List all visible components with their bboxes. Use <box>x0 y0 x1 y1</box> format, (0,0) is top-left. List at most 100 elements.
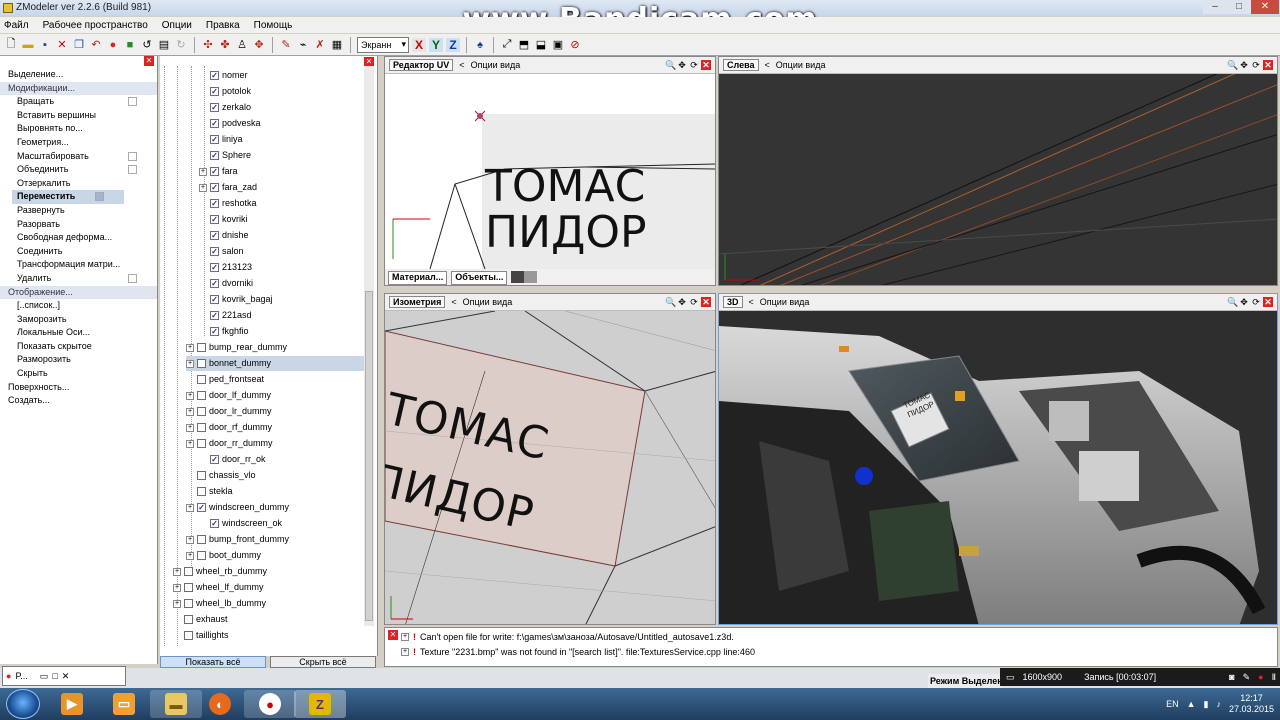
visibility-checkbox[interactable]: ✓ <box>210 231 219 240</box>
start-button[interactable] <box>6 689 40 719</box>
tree-scrollbar[interactable] <box>364 66 374 626</box>
view-options-link[interactable]: Опции вида <box>463 297 513 307</box>
network-icon[interactable]: ▮ <box>1204 699 1209 710</box>
pivot-icon[interactable]: ♠ <box>473 38 487 52</box>
arrow-icon[interactable]: ⤢ <box>500 38 514 52</box>
zoom-icon[interactable]: 🔍 <box>1227 60 1238 70</box>
tray-expand-icon[interactable]: ▲ <box>1187 699 1196 709</box>
visibility-checkbox[interactable] <box>197 423 206 432</box>
close-icon[interactable]: ✕ <box>1263 60 1273 70</box>
visibility-checkbox[interactable]: ✓ <box>210 183 219 192</box>
camera-icon[interactable]: ◙ <box>1229 672 1234 682</box>
tree-row[interactable]: + bump_front_dummy <box>186 532 289 547</box>
viewport-label[interactable]: 3D <box>723 296 743 308</box>
visibility-checkbox[interactable] <box>197 359 206 368</box>
visibility-checkbox[interactable] <box>184 599 193 608</box>
perspective-viewport[interactable]: 3D < Опции вида 🔍 ✥ ⟳ ✕ ТОМАС ПИДОР <box>718 293 1278 625</box>
visibility-checkbox[interactable]: ✓ <box>210 295 219 304</box>
expand-icon[interactable]: + <box>186 439 194 448</box>
language-indicator[interactable]: EN <box>1166 699 1179 709</box>
record-icon[interactable]: ● <box>106 38 120 52</box>
undo-icon[interactable]: ↺ <box>140 38 154 52</box>
expand-icon[interactable]: + <box>173 567 181 576</box>
tree-row[interactable]: + ✓ fara <box>199 164 238 179</box>
pause-icon[interactable]: Ⅱ <box>1272 672 1280 683</box>
expand-icon[interactable]: + <box>173 599 181 608</box>
visibility-checkbox[interactable]: ✓ <box>210 103 219 112</box>
color-swatch[interactable] <box>511 271 538 283</box>
tree-row[interactable]: + door_rf_dummy <box>186 420 272 435</box>
command-item[interactable]: Геометрия... <box>0 136 157 150</box>
clock[interactable]: 12:17 27.03.2015 <box>1229 693 1274 715</box>
tree-row[interactable]: + bonnet_dummy <box>186 356 367 371</box>
car-render[interactable] <box>719 311 1278 625</box>
axis-y-toggle[interactable]: Y <box>429 37 443 52</box>
visibility-checkbox[interactable]: ✓ <box>210 455 219 464</box>
rotate-icon[interactable]: ⟳ <box>689 297 699 307</box>
tree-row[interactable]: ✓ kovriki <box>199 212 248 227</box>
visibility-checkbox[interactable]: ✓ <box>197 503 206 512</box>
undo-dropdown-icon[interactable]: ↶ <box>89 38 103 52</box>
command-item[interactable]: Трансформация матри... <box>0 258 157 272</box>
command-item[interactable]: Свободная деформа... <box>0 231 157 245</box>
tree-row[interactable]: ✓ nomer <box>199 68 248 83</box>
menu-workspace[interactable]: Рабочее пространство <box>43 20 148 31</box>
command-toggle[interactable] <box>128 151 137 161</box>
cube-frame-icon[interactable]: ▣ <box>551 38 565 52</box>
save-icon[interactable]: ▪ <box>38 38 52 52</box>
command-item[interactable]: Показать скрытое <box>0 340 157 354</box>
expand-icon[interactable]: + <box>186 535 194 544</box>
close-icon[interactable]: ✕ <box>701 60 711 70</box>
tree-row[interactable]: taillights <box>173 628 229 643</box>
visibility-checkbox[interactable] <box>197 439 206 448</box>
visibility-checkbox[interactable]: ✓ <box>210 71 219 80</box>
cube-select-icon[interactable]: ⬓ <box>534 38 548 52</box>
visibility-checkbox[interactable] <box>197 487 206 496</box>
minimized-panel[interactable]: ● P... ▭ □ ✕ <box>2 666 126 686</box>
pan-icon[interactable]: ✥ <box>677 60 687 70</box>
pencil-icon[interactable]: ✎ <box>1243 672 1251 683</box>
command-toggle[interactable] <box>128 273 137 283</box>
expand-icon[interactable]: + <box>199 167 207 176</box>
menu-file[interactable]: Файл <box>4 20 29 31</box>
command-item[interactable]: Масштабировать <box>0 150 157 164</box>
command-item[interactable]: Заморозить <box>0 313 157 327</box>
snap-icon[interactable]: ⌁ <box>296 38 310 52</box>
uv-editor-viewport[interactable]: Редактор UV < Опции вида 🔍 ✥ ⟳ ✕ ТОМАС ПИДО… <box>384 56 716 286</box>
cube-icon[interactable]: ⬒ <box>517 38 531 52</box>
zoom-icon[interactable]: 🔍 <box>1227 297 1238 307</box>
visibility-checkbox[interactable] <box>197 551 206 560</box>
taskbar-bandicam[interactable]: ● <box>244 690 296 718</box>
view-options-link[interactable]: Опции вида <box>760 297 810 307</box>
tree-row[interactable]: ✓ fkghfio <box>199 324 249 339</box>
command-toggle[interactable] <box>128 165 137 175</box>
paint-icon[interactable]: ✎ <box>279 38 293 52</box>
chevron-left-icon[interactable]: < <box>459 60 464 70</box>
tree-row[interactable]: + wheel_rb_dummy <box>173 564 267 579</box>
command-item[interactable]: Локальные Оси... <box>0 326 157 340</box>
menu-help[interactable]: Помощь <box>254 20 293 31</box>
tab-materials[interactable]: Материал... <box>388 271 448 285</box>
tree-row[interactable]: ✓ 221asd <box>199 308 252 323</box>
tab-objects[interactable]: Объекты... <box>451 271 508 285</box>
rotate-icon[interactable]: ⟳ <box>1251 297 1261 307</box>
isometry-viewport[interactable]: Изометрия < Опции вида 🔍 ✥ ⟳ ✕ ТОМАС ПИДОР <box>384 293 716 625</box>
visibility-checkbox[interactable] <box>197 343 206 352</box>
visibility-checkbox[interactable]: ✓ <box>210 119 219 128</box>
axis-x-toggle[interactable]: X <box>412 37 426 52</box>
tree-row[interactable]: ✓ dnishe <box>199 228 249 243</box>
taskbar-app[interactable]: ▭ <box>98 690 150 718</box>
expand-icon[interactable]: + <box>199 183 207 192</box>
visibility-checkbox[interactable]: ✓ <box>210 519 219 528</box>
grid-icon[interactable]: ▦ <box>330 38 344 52</box>
expand-icon[interactable]: + <box>186 423 194 432</box>
tree-row[interactable]: + boot_dummy <box>186 548 261 563</box>
tree-row[interactable]: ✓ Sphere <box>199 148 251 163</box>
pan-icon[interactable]: ✥ <box>1239 60 1249 70</box>
select-plus-icon[interactable]: ✤ <box>218 38 232 52</box>
close-icon[interactable]: ✕ <box>144 56 154 66</box>
redo-icon[interactable]: ↻ <box>174 38 188 52</box>
tree-row[interactable]: + ✓ fara_zad <box>199 180 257 195</box>
pan-icon[interactable]: ✥ <box>1239 297 1249 307</box>
hide-all-button[interactable]: Скрыть всё <box>270 656 376 668</box>
